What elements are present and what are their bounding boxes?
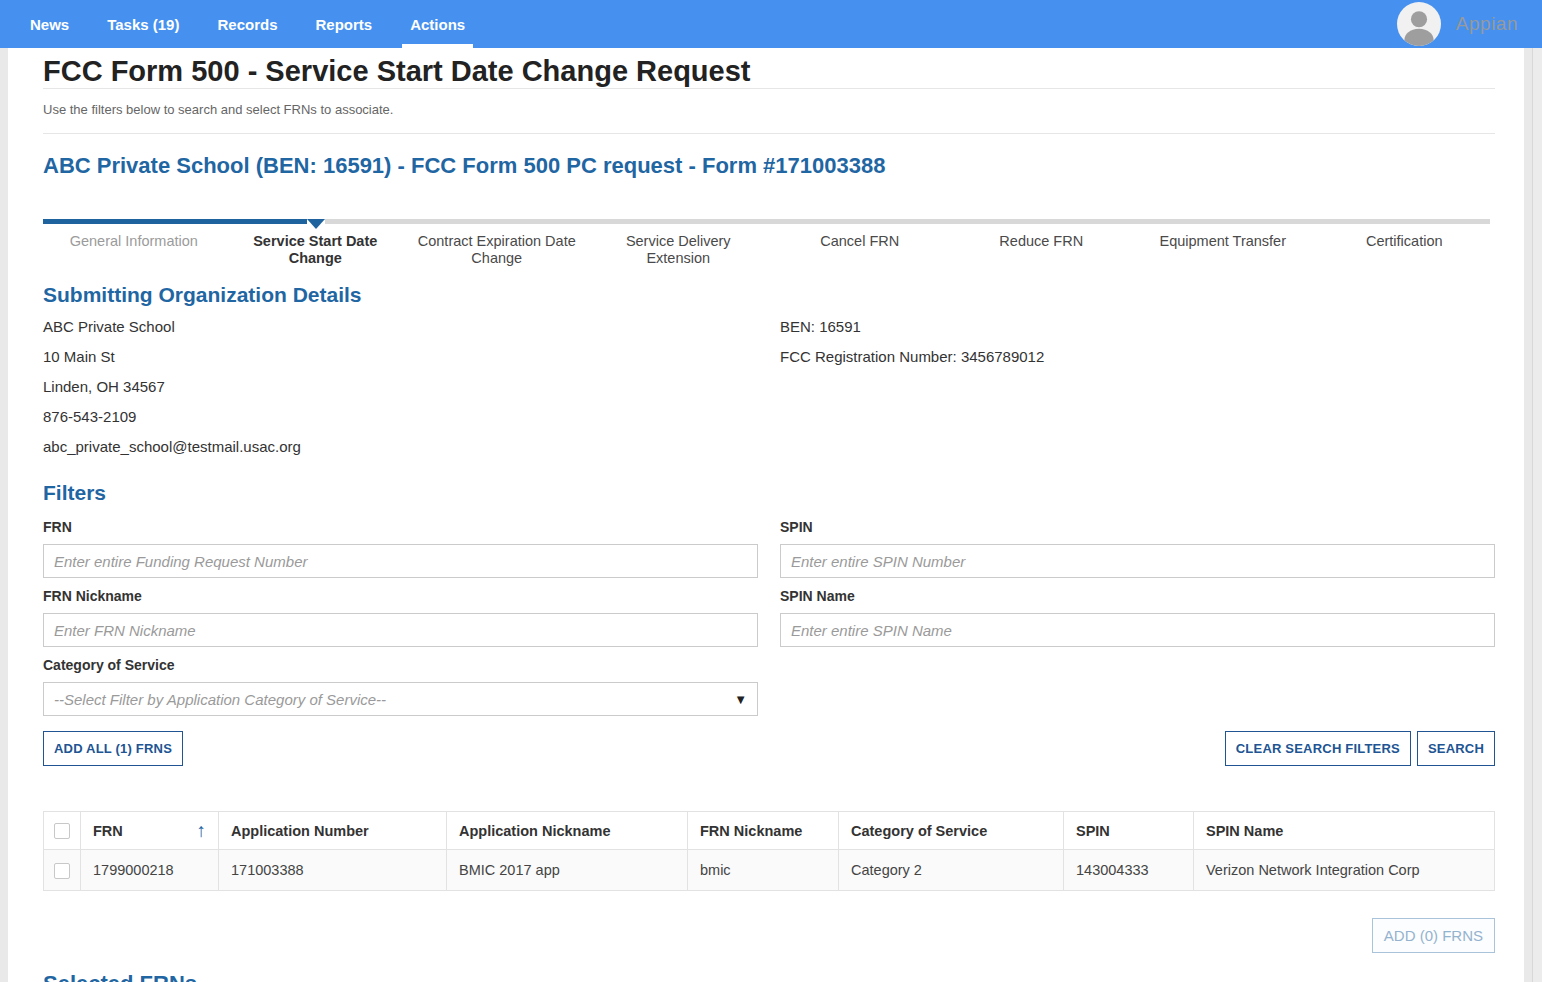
chevron-down-icon: ▼ (734, 692, 747, 707)
org-fcc-registration: FCC Registration Number: 3456789012 (780, 349, 1495, 365)
column-header-frn[interactable]: FRN↑ (81, 812, 219, 850)
org-ben: BEN: 16591 (780, 319, 1495, 335)
user-avatar[interactable] (1397, 2, 1441, 46)
category-of-service-field: Category of Service --Select Filter by A… (43, 657, 758, 716)
cell-application-number: 171003388 (219, 850, 447, 891)
column-header-application-nickname[interactable]: Application Nickname (447, 812, 688, 850)
table-row: 1799000218 171003388 BMIC 2017 app bmic … (44, 850, 1495, 891)
top-navbar: News Tasks (19) Records Reports Actions … (0, 0, 1542, 48)
org-details: ABC Private School 10 Main St Linden, OH… (43, 319, 1495, 469)
add-all-frns-button[interactable]: ADD ALL (1) FRNS (43, 731, 183, 766)
spin-field: SPIN (780, 519, 1495, 578)
spin-name-field: SPIN Name (780, 588, 1495, 647)
wizard-steps: General Information Service Start Date C… (43, 219, 1495, 267)
person-icon (1397, 2, 1441, 46)
form-context-heading: ABC Private School (BEN: 16591) - FCC Fo… (43, 153, 1495, 179)
frn-nickname-input[interactable] (43, 613, 758, 647)
wizard-step-general-information[interactable]: General Information (43, 233, 225, 267)
divider (43, 88, 1495, 89)
vertical-scrollbar[interactable] (1532, 48, 1542, 982)
nav-item-news[interactable]: News (30, 0, 69, 48)
nav-item-label: Reports (315, 16, 372, 33)
column-header-spin[interactable]: SPIN (1064, 812, 1194, 850)
spin-name-label: SPIN Name (780, 588, 1495, 604)
wizard-step-equipment-transfer[interactable]: Equipment Transfer (1132, 233, 1314, 267)
frn-nickname-label: FRN Nickname (43, 588, 758, 604)
active-tab-underline (402, 44, 473, 48)
cell-category-of-service: Category 2 (839, 850, 1064, 891)
main-content: FCC Form 500 - Service Start Date Change… (8, 48, 1524, 982)
wizard-step-contract-expiration-date-change[interactable]: Contract Expiration Date Change (406, 233, 588, 267)
cell-spin-name: Verizon Network Integration Corp (1194, 850, 1495, 891)
frn-nickname-field: FRN Nickname (43, 588, 758, 647)
page-title: FCC Form 500 - Service Start Date Change… (43, 54, 1495, 88)
org-email: abc_private_school@testmail.usac.org (43, 439, 780, 455)
wizard-step-reduce-frn[interactable]: Reduce FRN (951, 233, 1133, 267)
category-of-service-select[interactable]: --Select Filter by Application Category … (43, 682, 758, 716)
org-name: ABC Private School (43, 319, 780, 335)
nav-item-reports[interactable]: Reports (315, 0, 372, 48)
wizard-step-certification[interactable]: Certification (1314, 233, 1496, 267)
cell-application-nickname: BMIC 2017 app (447, 850, 688, 891)
spin-input[interactable] (780, 544, 1495, 578)
divider (43, 133, 1495, 134)
frn-results-table: FRN↑ Application Number Application Nick… (43, 811, 1495, 891)
nav-item-label: Records (217, 16, 277, 33)
frn-field: FRN (43, 519, 758, 578)
spin-label: SPIN (780, 519, 1495, 535)
org-details-heading: Submitting Organization Details (43, 283, 1495, 307)
select-value: --Select Filter by Application Category … (54, 691, 386, 708)
column-header-spin-name[interactable]: SPIN Name (1194, 812, 1495, 850)
nav-item-actions[interactable]: Actions (410, 0, 465, 48)
table-header-row: FRN↑ Application Number Application Nick… (44, 812, 1495, 850)
progress-bar-remaining (325, 219, 1490, 224)
current-step-arrow (307, 219, 325, 229)
org-address-line1: 10 Main St (43, 349, 780, 365)
select-all-checkbox[interactable] (54, 823, 70, 839)
nav-item-label: News (30, 16, 69, 33)
frn-input[interactable] (43, 544, 758, 578)
instructions-text: Use the filters below to search and sele… (43, 102, 1495, 118)
cell-spin: 143004333 (1064, 850, 1194, 891)
progress-bar-complete (43, 219, 307, 224)
category-of-service-label: Category of Service (43, 657, 758, 673)
progress-bar (43, 219, 1490, 224)
spin-name-input[interactable] (780, 613, 1495, 647)
column-header-category-of-service[interactable]: Category of Service (839, 812, 1064, 850)
nav-item-label: Tasks (19) (107, 16, 179, 33)
clear-search-filters-button[interactable]: CLEAR SEARCH FILTERS (1225, 731, 1411, 766)
filters-heading: Filters (43, 481, 1495, 505)
row-checkbox[interactable] (54, 863, 70, 879)
nav-item-label: Actions (410, 16, 465, 33)
cell-frn-nickname: bmic (688, 850, 839, 891)
selected-frns-heading: Selected FRNs (43, 971, 1495, 982)
appian-logo: Appian (1456, 13, 1518, 35)
nav-item-records[interactable]: Records (217, 0, 277, 48)
add-frns-button[interactable]: ADD (0) FRNS (1372, 918, 1495, 953)
org-address-line2: Linden, OH 34567 (43, 379, 780, 395)
wizard-step-service-delivery-extension[interactable]: Service Delivery Extension (588, 233, 770, 267)
frn-label: FRN (43, 519, 758, 535)
wizard-step-cancel-frn[interactable]: Cancel FRN (769, 233, 951, 267)
search-button[interactable]: SEARCH (1417, 731, 1495, 766)
column-header-frn-nickname[interactable]: FRN Nickname (688, 812, 839, 850)
cell-frn: 1799000218 (81, 850, 219, 891)
nav-item-tasks[interactable]: Tasks (19) (107, 0, 179, 48)
sort-ascending-icon[interactable]: ↑ (197, 824, 207, 838)
org-phone: 876-543-2109 (43, 409, 780, 425)
wizard-step-service-start-date-change[interactable]: Service Start Date Change (225, 233, 407, 267)
column-header-application-number[interactable]: Application Number (219, 812, 447, 850)
